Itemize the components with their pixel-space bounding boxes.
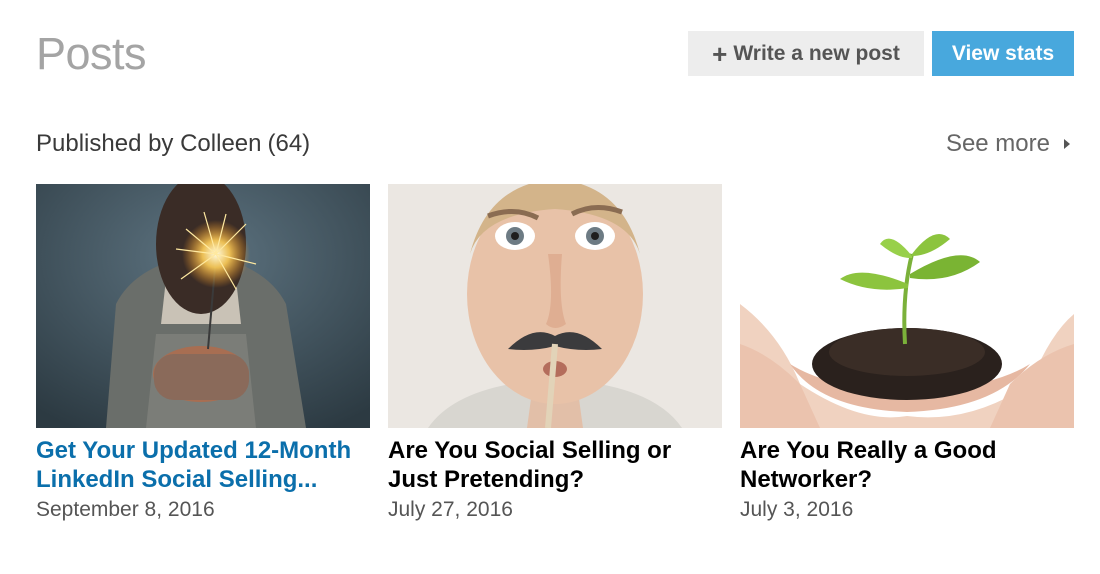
plus-icon: + — [712, 38, 728, 69]
post-title-link[interactable]: Are You Social Selling or Just Pretendin… — [388, 436, 722, 494]
see-more-label: See more — [945, 130, 1050, 157]
post-date: July 3, 2016 — [740, 498, 854, 521]
post-date: September 8, 2016 — [36, 498, 215, 521]
write-post-button[interactable]: + Write a new post — [688, 31, 924, 76]
chevron-right-icon — [1064, 139, 1070, 149]
post-title-link[interactable]: Are You Really a Good Networker? — [740, 436, 1074, 494]
section-heading: Published by Colleen (64) — [36, 130, 310, 158]
page-title: Posts — [36, 28, 147, 79]
write-post-label: Write a new post — [733, 41, 900, 65]
post-title-link[interactable]: Get Your Updated 12-Month LinkedIn Socia… — [36, 436, 370, 494]
post-thumbnail-mustache[interactable] — [388, 184, 722, 428]
post-date: July 27, 2016 — [388, 498, 513, 521]
post-card: Are You Really a Good Networker? July 3,… — [740, 184, 1074, 522]
section-title: Published by Colleen — [36, 130, 262, 157]
post-thumbnail-sparkler[interactable] — [36, 184, 370, 428]
see-more-link[interactable]: See more — [946, 130, 1070, 158]
view-stats-button[interactable]: View stats — [932, 31, 1074, 76]
post-card: Are You Social Selling or Just Pretendin… — [388, 184, 722, 522]
post-thumbnail-plant[interactable] — [740, 184, 1074, 428]
post-count: (64) — [267, 130, 311, 157]
post-card: Get Your Updated 12-Month LinkedIn Socia… — [36, 184, 370, 522]
